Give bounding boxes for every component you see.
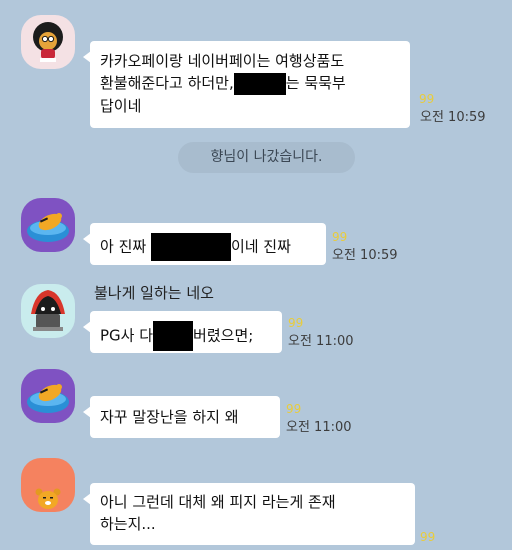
message-bubble[interactable]: 자꾸 말장난을 하지 왜 (83, 396, 280, 438)
avatar-ryan-profile[interactable] (21, 458, 75, 512)
afro-character-icon (33, 22, 63, 62)
message-text-line: 환불해준다고 하더만, 는 묵묵부 (100, 72, 400, 95)
bubble-tail (83, 233, 91, 245)
message-text: 이네 진짜 (230, 237, 291, 256)
message-text: 아 진짜 (100, 237, 151, 256)
avatar-ryan-bath-profile[interactable] (21, 198, 75, 252)
redaction-box (153, 321, 194, 351)
bubble-tail (83, 406, 91, 418)
neo-working-fire-icon (31, 290, 65, 331)
message-text: 버렸으면; (193, 326, 254, 345)
redaction-box (233, 72, 286, 95)
message-bubble[interactable]: 아 진짜 이네 진짜 (83, 223, 326, 265)
message-timestamp: 오전 10:59 (420, 110, 486, 125)
avatar-afro-profile[interactable] (21, 15, 75, 69)
message-text-line: 하는지... (100, 515, 156, 533)
sender-name: 불나게 일하는 네오 (94, 284, 214, 302)
message-timestamp: 오전 10:59 (332, 248, 398, 263)
avatar-neo-fire-profile[interactable] (21, 284, 75, 338)
message-text-line: 카카오페이랑 네이버페이는 여행상품도 (100, 52, 345, 70)
message-timestamp: 오전 11:00 (288, 334, 354, 349)
avatar-ryan-bath-profile[interactable] (21, 369, 75, 423)
ryan-bathtub-icon (27, 213, 69, 242)
message-text: PG사 다 (100, 326, 154, 345)
message-bubble[interactable]: 아니 그런데 대체 왜 피지 라는게 존재 하는지... (83, 483, 415, 545)
message-text: 는 묵묵부 (285, 74, 346, 92)
message-text-line: 아 진짜 이네 진짜 (100, 233, 316, 261)
unread-count: 99 (288, 316, 304, 330)
unread-count: 99 (286, 402, 302, 416)
bubble-tail (83, 321, 91, 333)
bubble-tail (83, 493, 91, 505)
bubble-tail (83, 51, 91, 63)
unread-count: 99 (332, 230, 348, 244)
message-text-line: 자꾸 말장난을 하지 왜 (100, 408, 239, 426)
ryan-lion-icon (35, 488, 61, 509)
message-text-line: PG사 다 버렸으면; (100, 321, 272, 351)
message-text: 환불해준다고 하더만, (100, 74, 234, 92)
message-bubble[interactable]: 카카오페이랑 네이버페이는 여행상품도 환불해준다고 하더만, 는 묵묵부 답이네 (83, 41, 410, 128)
unread-count: 99 (420, 530, 436, 544)
redaction-box (150, 233, 231, 261)
system-notice: 향님이 나갔습니다. (178, 142, 355, 173)
message-bubble[interactable]: PG사 다 버렸으면; (83, 311, 282, 353)
message-text-line: 답이네 (100, 96, 142, 115)
message-timestamp: 오전 11:00 (286, 420, 352, 435)
message-text-line: 아니 그런데 대체 왜 피지 라는게 존재 (100, 493, 336, 511)
ryan-bathtub-icon (27, 384, 69, 413)
unread-count: 99 (419, 92, 435, 106)
